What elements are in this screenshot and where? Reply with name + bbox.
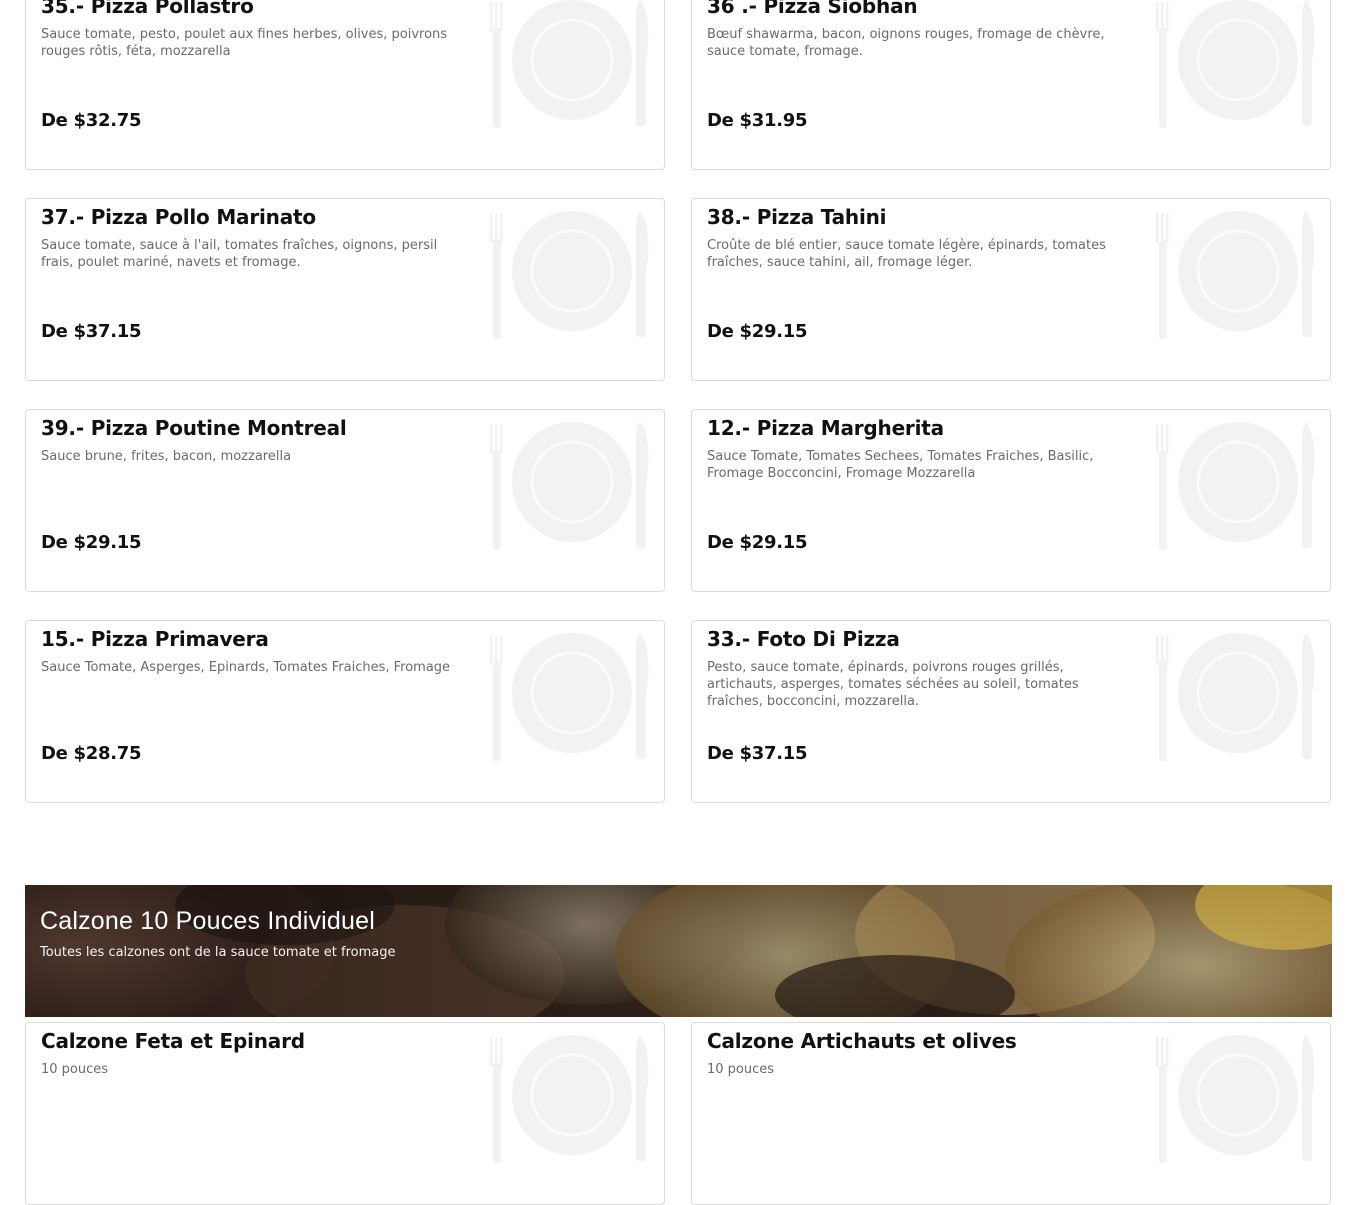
menu-item-price: De $37.15 <box>41 321 142 342</box>
menu-item-price: De $28.75 <box>41 743 142 764</box>
menu-item-title: Calzone Artichauts et olives <box>707 1029 1017 1053</box>
plate-cutlery-icon <box>490 0 652 130</box>
menu-item-price: De $29.15 <box>41 532 142 553</box>
menu-item-description: Bœuf shawarma, bacon, oignons rouges, fr… <box>707 27 1105 59</box>
plate-cutlery-icon <box>490 422 652 552</box>
menu-item-description: Croûte de blé entier, sauce tomate légèr… <box>707 238 1106 270</box>
menu-item-card[interactable]: 15.- Pizza Primavera Sauce Tomate, Asper… <box>25 620 665 803</box>
menu-item-description: Sauce Tomate, Asperges, Epinards, Tomate… <box>41 660 451 675</box>
menu-item-title: Calzone Feta et Epinard <box>41 1029 305 1053</box>
plate-cutlery-icon <box>1156 633 1318 763</box>
plate-cutlery-icon <box>1156 0 1318 130</box>
menu-item-card[interactable]: 36 .- Pizza Siobhan Bœuf shawarma, bacon… <box>691 0 1331 170</box>
menu-item-price: De $32.75 <box>41 110 142 131</box>
menu-item-description: 10 pouces <box>707 1062 775 1077</box>
menu-item-card[interactable]: 35.- Pizza Pollastro Sauce tomate, pesto… <box>25 0 665 170</box>
menu-item-title: 12.- Pizza Margherita <box>707 416 944 440</box>
menu-item-description: Sauce brune, frites, bacon, mozzarella <box>41 449 292 464</box>
plate-cutlery-icon <box>1156 1035 1318 1165</box>
menu-item-price: De $29.15 <box>707 532 808 553</box>
plate-cutlery-icon <box>490 633 652 763</box>
menu-item-description: Sauce Tomate, Tomates Sechees, Tomates F… <box>707 449 1094 481</box>
menu-item-card[interactable]: 33.- Foto Di Pizza Pesto, sauce tomate, … <box>691 620 1331 803</box>
menu-item-description: Sauce tomate, sauce à l'ail, tomates fra… <box>41 238 438 270</box>
menu-item-price: De $31.95 <box>707 110 808 131</box>
menu-item-description: Pesto, sauce tomate, épinards, poivrons … <box>707 660 1079 709</box>
menu-item-card[interactable]: Calzone Artichauts et olives 10 pouces <box>691 1022 1331 1205</box>
menu-item-title: 35.- Pizza Pollastro <box>41 0 254 18</box>
menu-item-title: 39.- Pizza Poutine Montreal <box>41 416 347 440</box>
plate-cutlery-icon <box>490 1035 652 1165</box>
menu-item-title: 33.- Foto Di Pizza <box>707 627 900 651</box>
menu-item-price: De $29.15 <box>707 321 808 342</box>
menu-item-title: 37.- Pizza Pollo Marinato <box>41 205 316 229</box>
plate-cutlery-icon <box>490 211 652 341</box>
menu-item-title: 38.- Pizza Tahini <box>707 205 887 229</box>
section-title: Calzone 10 Pouces Individuel <box>40 907 375 935</box>
plate-cutlery-icon <box>1156 422 1318 552</box>
plate-cutlery-icon <box>1156 211 1318 341</box>
menu-item-description: Sauce tomate, pesto, poulet aux fines he… <box>41 27 448 59</box>
menu-item-card[interactable]: Calzone Feta et Epinard 10 pouces <box>25 1022 665 1205</box>
menu-item-price: De $37.15 <box>707 743 808 764</box>
menu-item-description: 10 pouces <box>41 1062 109 1077</box>
menu-item-card[interactable]: 38.- Pizza Tahini Croûte de blé entier, … <box>691 198 1331 381</box>
section-banner: Calzone 10 Pouces Individuel Toutes les … <box>25 885 1332 1017</box>
section-subtitle: Toutes les calzones ont de la sauce toma… <box>40 945 396 960</box>
menu-item-card[interactable]: 37.- Pizza Pollo Marinato Sauce tomate, … <box>25 198 665 381</box>
menu-item-card[interactable]: 39.- Pizza Poutine Montreal Sauce brune,… <box>25 409 665 592</box>
menu-item-title: 15.- Pizza Primavera <box>41 627 269 651</box>
menu-item-card[interactable]: 12.- Pizza Margherita Sauce Tomate, Toma… <box>691 409 1331 592</box>
menu-item-title: 36 .- Pizza Siobhan <box>707 0 918 18</box>
